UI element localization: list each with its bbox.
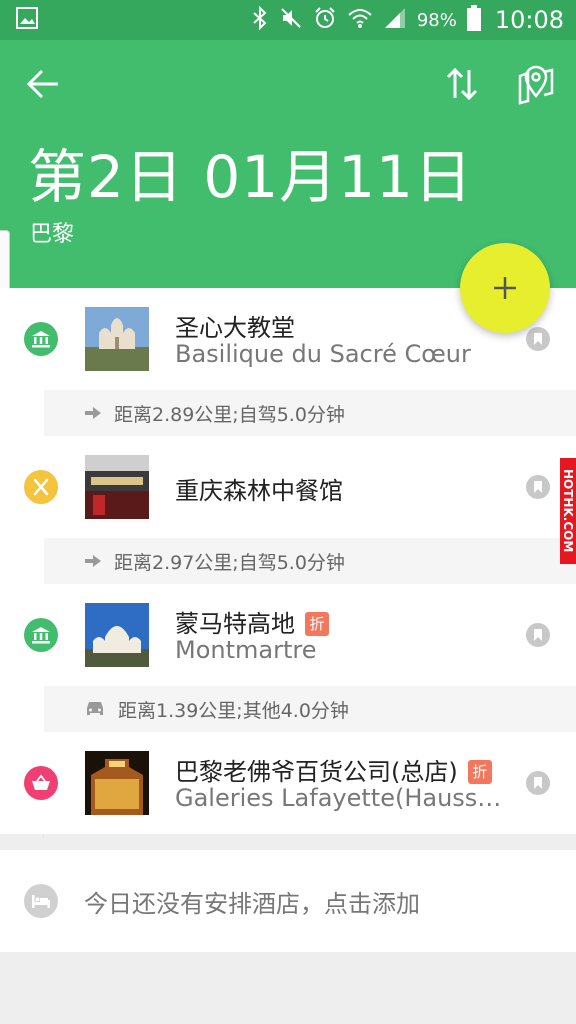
- shopping-basket-icon: [24, 766, 58, 800]
- city-label: 巴黎: [30, 222, 75, 247]
- status-bar: 98% 10:08: [0, 0, 576, 40]
- bed-icon: [24, 884, 58, 918]
- battery-icon: [466, 4, 481, 36]
- route-text: 距离2.97公里;自驾5.0分钟: [114, 551, 345, 574]
- place-name: 巴黎老佛爷百货公司(总店) 折: [175, 752, 492, 787]
- place-thumbnail: [85, 455, 149, 519]
- restaurant-icon: [24, 470, 58, 504]
- list-item[interactable]: 巴黎老佛爷百货公司(总店) 折 Galeries Lafayette(Hauss…: [0, 732, 576, 834]
- place-name: 圣心大教堂: [175, 314, 295, 342]
- bookmark-icon[interactable]: [526, 475, 550, 499]
- route-text: 距离1.39公里;其他4.0分钟: [118, 699, 349, 722]
- bookmark-icon[interactable]: [526, 623, 550, 647]
- place-english-name: Basilique du Sacré Cœur: [175, 340, 471, 368]
- back-button[interactable]: [22, 62, 66, 106]
- gallery-icon: [16, 7, 38, 33]
- plus-icon: [494, 277, 516, 299]
- discount-badge: 折: [305, 612, 329, 636]
- place-name: 重庆森林中餐馆: [175, 477, 343, 505]
- list-item[interactable]: 蒙马特高地折 Montmartre: [0, 584, 576, 686]
- route-info[interactable]: 距离2.97公里;自驾5.0分钟: [44, 538, 576, 584]
- back-arrow-icon: [26, 69, 58, 99]
- bookmark-icon[interactable]: [526, 771, 550, 795]
- place-thumbnail: [85, 751, 149, 815]
- battery-text: 98%: [416, 9, 457, 31]
- mute-icon: [279, 6, 303, 35]
- place-english-name: Galeries Lafayette(Hauss…: [175, 784, 502, 812]
- bluetooth-icon: [251, 5, 269, 35]
- itinerary-list: 圣心大教堂 Basilique du Sacré Cœur 距离2.89公里;自…: [0, 288, 576, 834]
- sort-button[interactable]: [440, 62, 484, 106]
- route-text: 距离2.89公里;自驾5.0分钟: [114, 403, 345, 426]
- car-icon: [87, 702, 103, 715]
- bookmark-icon[interactable]: [526, 327, 550, 351]
- signal-icon: [383, 6, 407, 35]
- arrow-right-icon: [85, 555, 101, 567]
- add-hotel-label: 今日还没有安排酒店，点击添加: [84, 889, 420, 918]
- discount-badge: 折: [467, 760, 492, 784]
- watermark: HOTHK.COM: [560, 458, 576, 564]
- route-info[interactable]: 距离1.39公里;其他4.0分钟: [44, 686, 576, 732]
- page-title: 第2日 01月11日: [28, 143, 473, 211]
- arrow-right-icon: [85, 407, 101, 419]
- museum-icon: [24, 618, 58, 652]
- add-place-button[interactable]: [460, 243, 550, 333]
- place-english-name: Montmartre: [175, 636, 317, 664]
- swap-vertical-icon: [446, 67, 478, 101]
- clock: 10:08: [494, 6, 564, 34]
- map-button[interactable]: [514, 62, 558, 106]
- add-hotel-row[interactable]: 今日还没有安排酒店，点击添加: [0, 850, 576, 952]
- museum-icon: [24, 322, 58, 356]
- place-name: 蒙马特高地折: [175, 604, 329, 639]
- place-thumbnail: [85, 603, 149, 667]
- route-info[interactable]: 距离2.89公里;自驾5.0分钟: [44, 390, 576, 436]
- alarm-icon: [313, 6, 337, 35]
- wifi-icon: [347, 7, 373, 34]
- list-item[interactable]: 重庆森林中餐馆: [0, 436, 576, 538]
- place-thumbnail: [85, 307, 149, 371]
- map-pin-icon: [518, 65, 554, 105]
